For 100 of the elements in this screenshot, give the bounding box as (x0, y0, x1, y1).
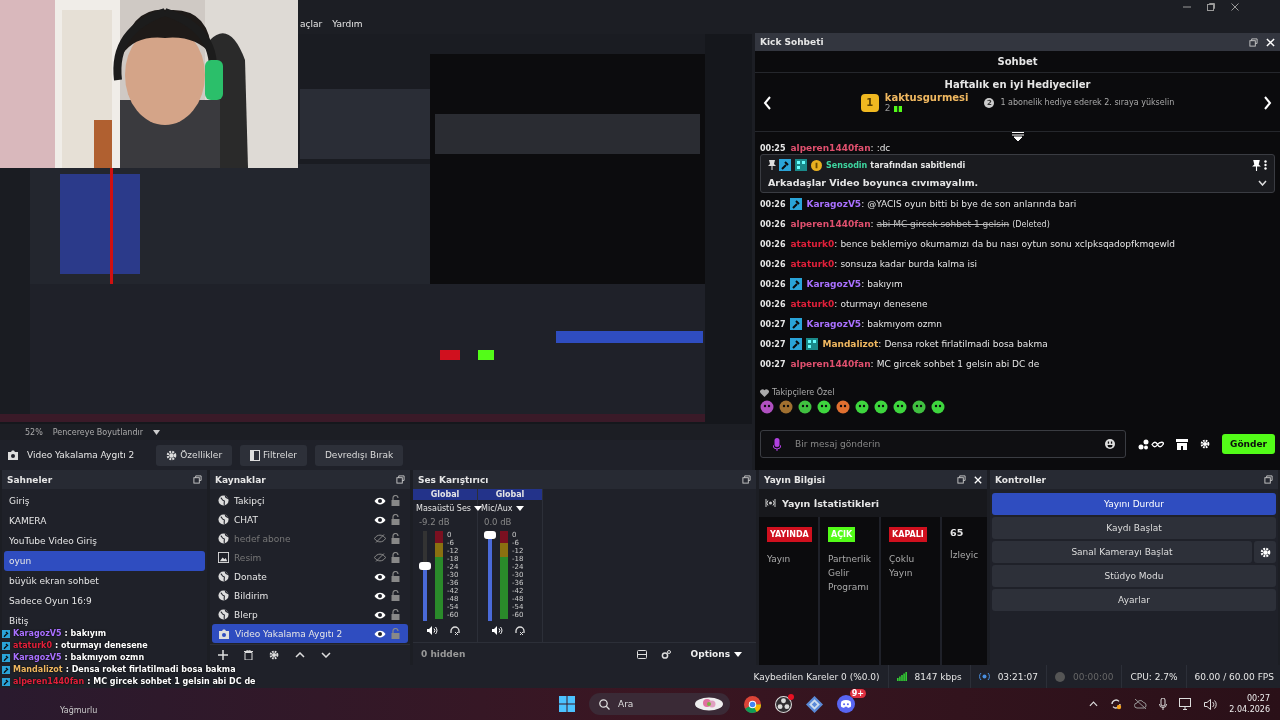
cloud-off-icon[interactable] (1134, 699, 1148, 709)
taskbar-search[interactable]: Ara (589, 693, 730, 715)
toolbar-button[interactable]: Filtreler (240, 444, 307, 466)
scene-item[interactable]: Giriş (4, 491, 205, 511)
emoji-icon[interactable] (1105, 439, 1116, 449)
lock-icon[interactable] (391, 571, 400, 582)
network-icon[interactable] (1179, 698, 1193, 710)
speaker-icon[interactable] (492, 626, 503, 635)
sync-icon[interactable] (1110, 698, 1123, 710)
lock-icon[interactable] (391, 552, 400, 563)
restore-icon[interactable] (1206, 2, 1216, 12)
source-item[interactable]: Resim (212, 548, 408, 567)
lock-icon[interactable] (391, 609, 400, 620)
eye-icon[interactable] (374, 515, 386, 524)
store-icon[interactable] (1176, 438, 1189, 450)
lock-icon[interactable] (391, 590, 400, 601)
scene-item[interactable]: KAMERA (4, 511, 205, 531)
source-item[interactable]: Video Yakalama Aygıtı 2 (212, 624, 408, 643)
headphones-icon[interactable] (450, 626, 460, 636)
chat-username[interactable]: alperen1440fan (790, 359, 871, 369)
caret-icon[interactable] (515, 506, 524, 511)
lock-icon[interactable] (391, 533, 400, 544)
slider-thumb[interactable] (484, 531, 496, 539)
source-item[interactable]: CHAT (212, 510, 408, 529)
eye-slash-icon[interactable] (374, 534, 386, 543)
toolbar-button[interactable]: Devredışı Bırak (314, 444, 404, 466)
toolbar-button[interactable]: Özellikler (156, 444, 233, 466)
emote-icon[interactable] (931, 400, 945, 414)
restore-icon[interactable] (1249, 37, 1258, 47)
layout-icon[interactable] (636, 649, 647, 659)
volume-slider[interactable] (419, 531, 431, 621)
chat-username[interactable]: Sensodin (826, 160, 868, 170)
chevron-up-icon[interactable] (1089, 701, 1099, 707)
scene-item[interactable]: oyun (4, 551, 205, 571)
chevron-down-icon[interactable] (321, 652, 331, 658)
source-item[interactable]: Blerp (212, 605, 408, 624)
lock-icon[interactable] (391, 514, 400, 525)
chevron-down-icon[interactable] (1258, 179, 1267, 186)
chevron-right-icon[interactable] (1263, 95, 1272, 110)
source-item[interactable]: Takipçi (212, 491, 408, 510)
chevron-left-icon[interactable] (763, 95, 772, 110)
send-button[interactable]: Gönder (1222, 434, 1275, 454)
lock-icon[interactable] (391, 495, 400, 506)
eye-icon[interactable] (374, 591, 386, 600)
source-item[interactable]: Bildirim (212, 586, 408, 605)
scene-item[interactable]: Sadece Oyun 16:9 (4, 591, 205, 611)
settings-button[interactable] (1254, 541, 1276, 563)
chat-username[interactable]: alperen1440fan (790, 143, 871, 153)
message-field[interactable]: Bir mesaj gönderin (760, 430, 1127, 458)
add-icon[interactable] (218, 650, 228, 660)
settings-icon[interactable] (660, 649, 671, 659)
options-button[interactable]: Options (684, 648, 748, 660)
clock-date[interactable]: 2.04.2026 (1229, 704, 1270, 715)
gifter-name[interactable]: kaktusgurmesi (884, 92, 969, 103)
control-button[interactable]: Ayarlar (992, 589, 1276, 611)
emote-icon[interactable] (760, 400, 774, 414)
restore-icon[interactable] (957, 475, 966, 484)
clock-time[interactable]: 00:27 (1246, 693, 1270, 704)
slider-thumb[interactable] (419, 562, 431, 571)
control-button[interactable]: Stüdyo Modu (992, 565, 1276, 587)
trash-icon[interactable] (244, 650, 253, 660)
control-button[interactable]: Kaydı Başlat (992, 517, 1276, 539)
restore-icon[interactable] (396, 475, 405, 484)
emote-icon[interactable] (874, 400, 888, 414)
restore-icon[interactable] (742, 475, 751, 484)
microphone-icon[interactable] (1159, 698, 1168, 710)
microphone-icon[interactable] (773, 437, 781, 451)
windows-icon[interactable] (559, 696, 575, 712)
collapse-icon[interactable] (1011, 132, 1024, 141)
volume-icon[interactable] (1204, 698, 1218, 710)
source-item[interactable]: Donate (212, 567, 408, 586)
discord-icon[interactable] (837, 695, 855, 713)
points-icon[interactable] (1138, 438, 1165, 450)
chevron-up-icon[interactable] (295, 652, 305, 658)
emote-icon[interactable] (893, 400, 907, 414)
eye-icon[interactable] (374, 496, 386, 505)
pin-icon[interactable] (1252, 159, 1261, 171)
close-icon[interactable] (1230, 2, 1240, 12)
restore-icon[interactable] (1264, 475, 1273, 484)
emote-icon[interactable] (912, 400, 926, 414)
speaker-icon[interactable] (427, 626, 438, 635)
chrome-icon[interactable] (744, 695, 761, 713)
volume-slider[interactable] (484, 531, 496, 621)
caret-icon[interactable] (474, 506, 483, 511)
scene-item[interactable]: büyük ekran sohbet (4, 571, 205, 591)
zoom-mode-label[interactable]: Pencereye Boyutlandır (52, 427, 143, 437)
app-icon[interactable] (806, 695, 823, 713)
settings-icon[interactable] (269, 650, 279, 660)
chat-username[interactable]: alperen1440fan (790, 219, 871, 229)
control-button[interactable]: Yayını Durdur (992, 493, 1276, 515)
source-item[interactable]: hedef abone (212, 529, 408, 548)
caret-icon[interactable] (153, 429, 160, 435)
control-button[interactable]: Sanal Kamerayı Başlat (992, 541, 1252, 563)
emote-icon[interactable] (836, 400, 850, 414)
headphones-icon[interactable] (515, 626, 525, 636)
emote-icon[interactable] (779, 400, 793, 414)
message-input[interactable]: Bir mesaj gönderin (787, 438, 1100, 450)
eye-icon[interactable] (374, 629, 386, 638)
eye-icon[interactable] (374, 610, 386, 619)
more-icon[interactable] (1264, 160, 1267, 170)
